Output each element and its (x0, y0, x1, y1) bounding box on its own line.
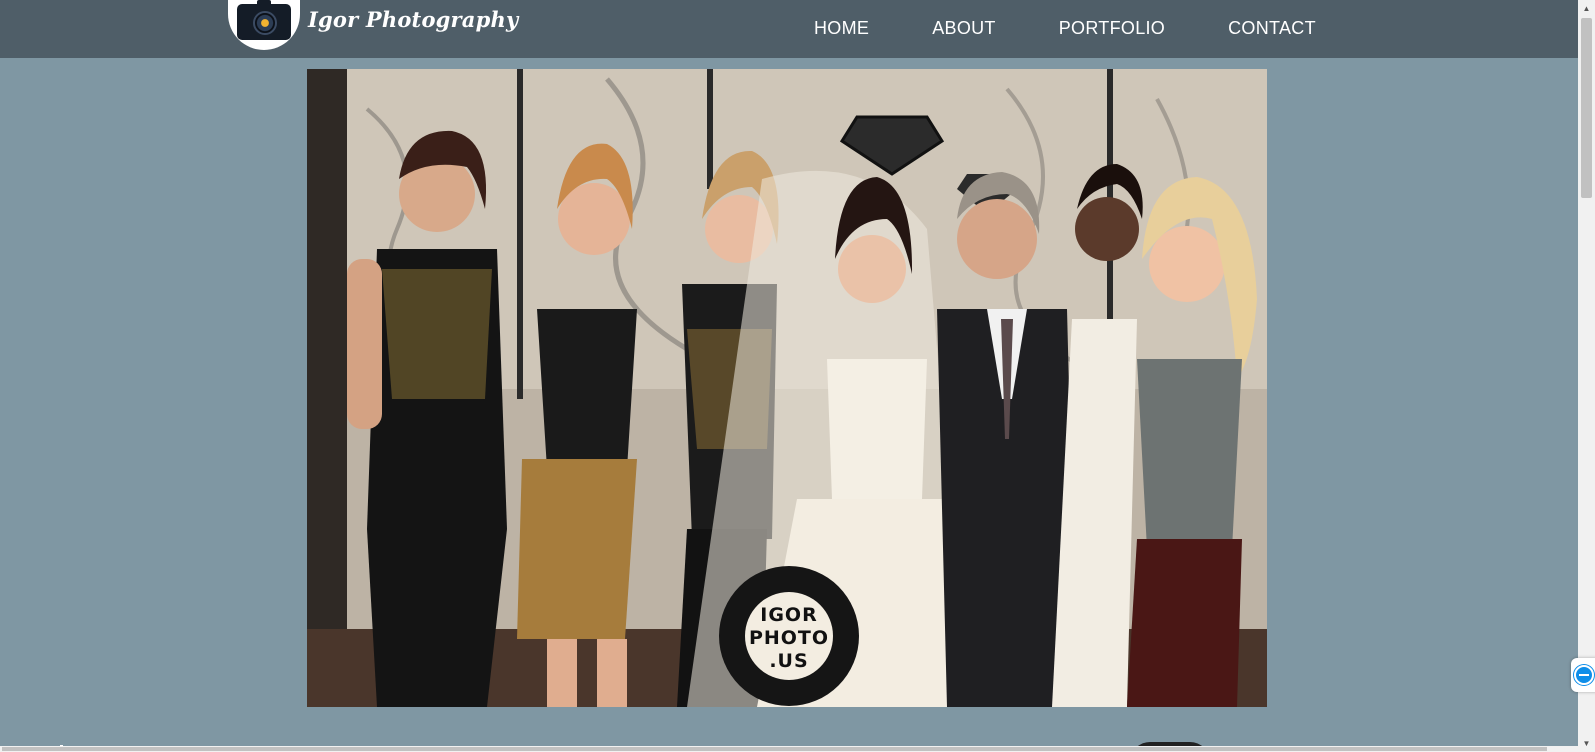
hero-photo: IGOR PHOTO .US (307, 69, 1267, 707)
scroll-up-icon[interactable]: ▲ (1578, 0, 1595, 17)
watermark-line: IGOR (760, 604, 818, 626)
nav-contact[interactable]: CONTACT (1228, 18, 1316, 39)
camera-icon (228, 0, 300, 50)
nav-about[interactable]: ABOUT (932, 18, 996, 39)
nav-portfolio[interactable]: PORTFOLIO (1059, 18, 1165, 39)
watermark-line: .US (769, 650, 809, 672)
site-logo[interactable]: Igor Photography (228, 0, 518, 50)
horizontal-scrollbar[interactable] (0, 746, 1578, 752)
scrollbar-thumb[interactable] (2, 747, 1547, 751)
watermark-line: PHOTO (748, 627, 830, 649)
main-nav: HOME ABOUT PORTFOLIO CONTACT (814, 18, 1316, 39)
vertical-scrollbar[interactable]: ▲ ▼ (1578, 0, 1595, 752)
site-header: Igor Photography HOME ABOUT PORTFOLIO CO… (0, 0, 1578, 58)
remote-support-widget[interactable] (1571, 658, 1595, 692)
logo-text: Igor Photography (308, 6, 519, 32)
scroll-down-icon[interactable]: ▼ (1578, 735, 1595, 752)
nav-home[interactable]: HOME (814, 18, 869, 39)
watermark: IGOR PHOTO .US (719, 566, 859, 706)
scrollbar-thumb[interactable] (1581, 18, 1592, 198)
teamviewer-icon (1574, 665, 1594, 685)
